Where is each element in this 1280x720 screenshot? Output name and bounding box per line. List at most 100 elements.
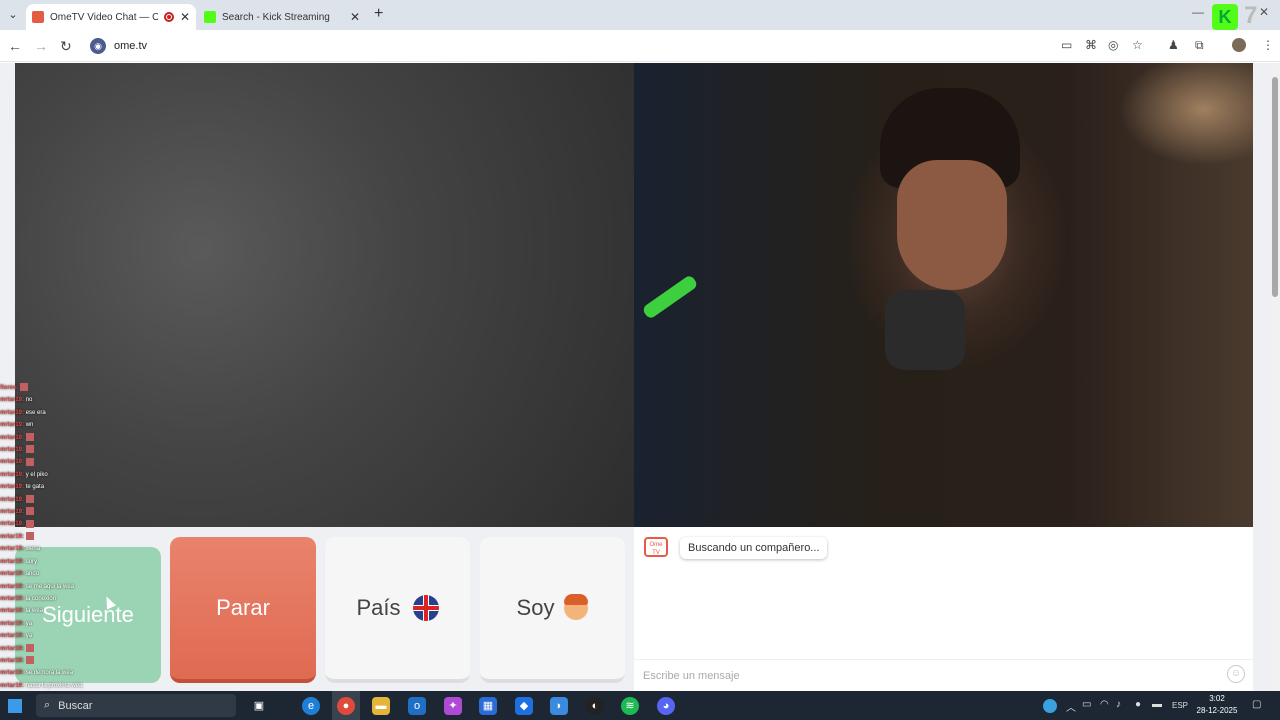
translate-icon[interactable]: ⌘ — [1085, 38, 1097, 52]
stream-chat-text: sory — [25, 558, 38, 565]
page-scrollbar[interactable] — [1270, 63, 1280, 691]
stream-chat-message: mrtar19: — [0, 643, 160, 655]
stream-chat-username: mrtar19: — [0, 471, 26, 478]
task-view-icon[interactable]: ▣ — [250, 697, 268, 715]
stream-chat-text: ya — [25, 620, 33, 627]
tab-kick-search[interactable]: Search - Kick Streaming ✕ — [198, 4, 366, 30]
stream-chat-username: mrtar19: — [0, 397, 26, 404]
extensions-puzzle-icon[interactable]: ⧉ — [1195, 38, 1204, 53]
pin-extension-icon[interactable]: ♟ — [1168, 38, 1179, 52]
minimize-icon[interactable]: — — [1192, 5, 1204, 19]
new-tab-icon[interactable]: + — [374, 5, 383, 23]
tab-ometv[interactable]: OmeTV Video Chat — Ome ✕ — [26, 4, 196, 30]
uk-flag-icon — [412, 595, 439, 621]
taskbar-clock[interactable]: 3:02 28-12-2025 — [1192, 693, 1242, 717]
emote-icon — [25, 433, 34, 442]
stream-chat-message: mrtar19: — [0, 655, 160, 667]
stop-button-label: Parar — [216, 595, 270, 620]
edge-icon[interactable]: e — [302, 697, 320, 715]
tray-chevron-icon[interactable]: ︿ — [1066, 699, 1076, 714]
scrollbar-thumb[interactable] — [1272, 77, 1278, 297]
emote-icon — [25, 532, 34, 541]
stream-chat-message: mrtar19: se me aqui la wea — [0, 581, 160, 593]
stream-chat-username: mrtar19: — [0, 571, 26, 578]
battery-icon[interactable]: ▬ — [1152, 699, 1162, 710]
wifi-icon[interactable]: ◠ — [1100, 699, 1109, 710]
clock-date: 28-12-2025 — [1196, 706, 1238, 715]
emote-icon — [25, 457, 34, 466]
tab-search-menu-icon[interactable]: ⌄ — [4, 6, 22, 24]
stream-chat-text: ya — [25, 633, 33, 640]
stream-chat-message: mrtar19: — [0, 518, 160, 530]
spotify-icon[interactable]: ≋ — [621, 697, 639, 715]
copilot-icon[interactable]: ✦ — [444, 697, 462, 715]
stream-chat-username: mrtar19: — [0, 496, 26, 503]
bookmark-star-icon[interactable]: ☆ — [1132, 38, 1143, 52]
kick-logo-icon: K — [1212, 4, 1238, 30]
stream-chat-message: mrtar19: — [0, 506, 160, 518]
emote-icon — [25, 495, 34, 504]
stream-chat-text: te gata — [25, 484, 45, 491]
emoji-picker-icon[interactable]: ☺ — [1227, 665, 1245, 683]
dropbox-icon[interactable]: ◆ — [515, 697, 533, 715]
stream-chat-text: no — [25, 397, 33, 404]
site-info-icon[interactable]: ◉ — [90, 38, 106, 54]
stream-chat-username: mrtar19: — [0, 422, 26, 429]
back-arrow-icon[interactable]: ← — [8, 38, 22, 54]
store-icon[interactable]: ▦ — [479, 697, 497, 715]
gender-button[interactable]: Soy — [480, 537, 625, 683]
file-explorer-icon[interactable]: ▬ — [372, 697, 390, 715]
message-input[interactable]: Escribe un mensaje — [634, 659, 1253, 691]
windows-taskbar: ⌕ Buscar ▣ e ● ▬ o ✦ ▦ ◆ ◗ ◐ ≋ ◕ ︿ ▭ ◠ ♪… — [0, 691, 1280, 720]
language-indicator[interactable]: ESP — [1172, 701, 1188, 710]
country-button[interactable]: País — [325, 537, 470, 683]
stream-chat-message: mrtar19: ese era — [0, 407, 160, 419]
emote-icon — [25, 507, 34, 516]
stream-chat-text: hasta la proxima wea — [25, 682, 83, 689]
message-input-placeholder: Escribe un mensaje — [643, 669, 740, 682]
eye-off-icon[interactable]: ◎ — [1108, 38, 1118, 52]
volume-icon[interactable]: ♪ — [1116, 699, 1121, 710]
ometv-logo-icon: Ome TV — [644, 537, 668, 557]
stream-chat-text: la wea — [25, 608, 44, 615]
weather-icon[interactable] — [1043, 699, 1057, 713]
stop-button[interactable]: Parar — [170, 537, 316, 683]
stream-chat-message: mrtar19: la conexion — [0, 593, 160, 605]
office-icon[interactable]: ◗ — [550, 697, 568, 715]
stream-chat-username: floreo: — [0, 385, 21, 391]
stream-chat-message: floreo: — [0, 382, 160, 394]
profile-avatar[interactable] — [1232, 38, 1246, 52]
forward-arrow-icon[interactable]: → — [34, 38, 48, 54]
stream-chat-message: mrtar19: la wea — [0, 605, 160, 617]
close-window-icon[interactable]: ✕ — [1259, 5, 1269, 19]
microphone-icon[interactable]: ● — [1135, 699, 1141, 710]
outlook-icon[interactable]: o — [408, 697, 426, 715]
close-tab-icon[interactable]: ✕ — [180, 10, 190, 24]
stream-chat-username: mrtar19: — [0, 509, 26, 516]
stream-chat-username: mrtar19: — [0, 533, 26, 540]
stream-chat-message: mrtar19: — [0, 432, 160, 444]
chat-panel: Ome TV Buscando un compañero... Escribe … — [634, 527, 1253, 691]
reload-icon[interactable]: ↻ — [60, 38, 72, 55]
stream-chat-username: mrtar19: — [0, 682, 26, 689]
chrome-icon[interactable]: ● — [337, 697, 355, 715]
stream-chat-text: y el piko — [25, 471, 48, 478]
stream-chat-text: ese era — [25, 409, 46, 416]
cast-icon[interactable]: ▭ — [1061, 38, 1072, 52]
search-icon: ⌕ — [44, 699, 51, 711]
network-display-icon[interactable]: ▭ — [1082, 699, 1091, 710]
stream-chat-message: mrtar19: — [0, 456, 160, 468]
taskbar-search[interactable]: ⌕ Buscar — [36, 694, 236, 717]
more-menu-icon[interactable]: ⋮ — [1262, 38, 1274, 52]
close-tab-icon[interactable]: ✕ — [350, 10, 360, 24]
stream-chat-username: mrtar19: — [0, 595, 26, 602]
notifications-icon[interactable]: ▢ — [1252, 699, 1261, 710]
microphone — [885, 290, 965, 370]
obs-icon[interactable]: ◐ — [586, 697, 604, 715]
stream-chat-message: mrtar19: no — [0, 394, 160, 406]
stream-chat-username: mrtar19: — [0, 657, 26, 664]
stream-chat-username: mrtar19: — [0, 434, 26, 441]
stream-chat-message: mrtar19: wn — [0, 419, 160, 431]
discord-icon[interactable]: ◕ — [657, 697, 675, 715]
windows-start-icon[interactable] — [8, 699, 22, 713]
